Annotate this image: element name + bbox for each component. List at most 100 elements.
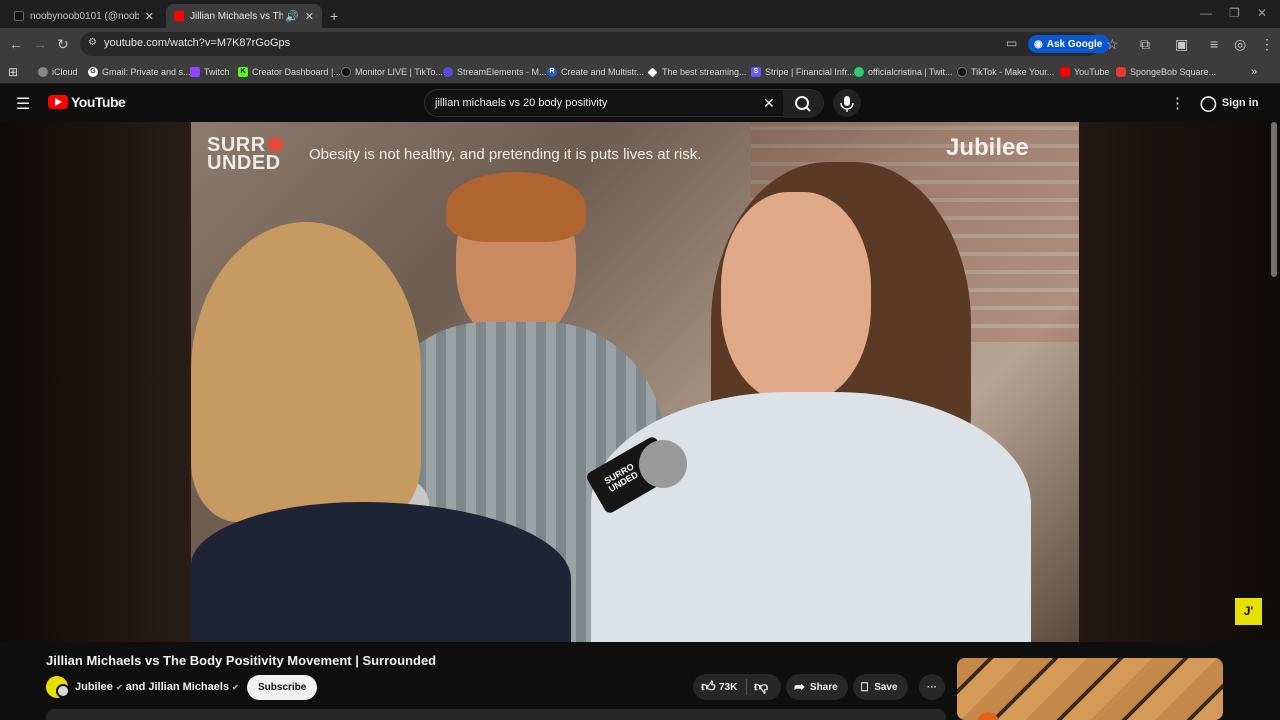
bookmark-tiktok-monitor[interactable]: Monitor LIVE | TikTo...	[341, 64, 443, 80]
ask-google-label: Ask Google	[1046, 38, 1103, 50]
site-info-icon[interactable]: ⚙	[88, 37, 97, 48]
more-bookmarks-icon[interactable]: »	[1251, 64, 1257, 80]
brand-red-dot-icon	[267, 137, 283, 152]
close-tab-icon[interactable]: ✕	[305, 10, 314, 23]
reload-icon[interactable]: ↻	[57, 36, 69, 52]
google-icon: G	[88, 67, 98, 77]
diamond-icon	[647, 67, 658, 77]
youtube-logo[interactable]: YouTube	[48, 94, 126, 110]
clear-search-icon[interactable]: ✕	[763, 95, 775, 112]
browser-toolbar: ← → ↻ ⚙ youtube.com/watch?v=M7K87rGoGps …	[0, 28, 1280, 60]
guide-menu-icon[interactable]: ☰	[16, 94, 30, 114]
extensions-icon[interactable]: ⧉	[1140, 36, 1150, 52]
stripe-icon: S	[751, 67, 761, 77]
bookmarks-bar: ⊞ iCloud G Gmail: Private and s... Twitch…	[0, 60, 1280, 84]
bookmark-label: iCloud	[52, 67, 78, 77]
video-caption: Obesity is not healthy, and pretending i…	[309, 146, 702, 163]
jubilee-corner-badge[interactable]: J'	[1235, 598, 1262, 625]
forward-icon[interactable]: →	[33, 36, 47, 52]
lens-icon: ◉	[1034, 38, 1043, 50]
bookmark-tiktok[interactable]: TikTok - Make Your...	[957, 64, 1054, 80]
bookmark-youtube[interactable]: YouTube	[1060, 64, 1109, 80]
profile-icon[interactable]: ◎	[1234, 36, 1246, 52]
settings-menu-icon[interactable]: ⋮	[1170, 94, 1185, 112]
sign-in-label: Sign in	[1221, 97, 1259, 109]
search-button[interactable]	[783, 90, 823, 118]
restore-icon[interactable]: ❐	[1229, 6, 1240, 20]
bookmark-gmail[interactable]: G Gmail: Private and s...	[88, 64, 191, 80]
menu-icon[interactable]: ⋮	[1260, 36, 1274, 52]
like-icon[interactable]: 👍︎	[701, 678, 716, 695]
voice-search-button[interactable]	[833, 89, 861, 117]
share-button[interactable]: ➦ Share	[786, 674, 848, 700]
video-player[interactable]: SURRO UNDED SURR UNDED Obesity is not he…	[0, 122, 1280, 642]
bookmark-creator-dashboard[interactable]: K Creator Dashboard |...	[238, 64, 341, 80]
bookmark-spongebob[interactable]: SpongeBob Square...	[1116, 64, 1216, 80]
tab-tiktok[interactable]: noobynoob0101 (@noobynoob ✕	[6, 4, 162, 28]
more-actions-button[interactable]: ···	[919, 674, 945, 700]
save-button[interactable]: ⎕ Save	[853, 674, 908, 700]
bookmark-label: SpongeBob Square...	[1130, 67, 1217, 77]
apps-icon[interactable]: ⊞	[8, 64, 18, 80]
dislike-icon[interactable]: 👎︎	[754, 678, 768, 695]
bookmark-star-icon[interactable]: ☆	[1106, 36, 1119, 52]
channel-name[interactable]: Jubilee	[75, 681, 113, 693]
sign-in-button[interactable]: ◯ Sign in	[1196, 91, 1266, 115]
bookmark-label: YouTube	[1074, 67, 1110, 77]
video-title: Jillian Michaels vs The Body Positivity …	[46, 653, 437, 668]
page-scrollbar[interactable]	[1271, 122, 1277, 277]
bookmark-label: The best streaming...	[662, 67, 747, 77]
tab-youtube-video[interactable]: Jillian Michaels vs The Body 🔊 ✕	[166, 4, 322, 28]
tab-title: Jillian Michaels vs The Body	[190, 10, 284, 22]
close-tab-icon[interactable]: ✕	[145, 10, 154, 23]
recommended-channel-avatar[interactable]	[977, 712, 999, 720]
speaker-shirt	[591, 392, 1031, 642]
speaker-icon[interactable]: 🔊	[285, 10, 299, 23]
search-input[interactable]: jillian michaels vs 20 body positivity ✕	[424, 89, 824, 118]
channel-avatar-secondary[interactable]	[56, 684, 70, 698]
bookmark-label: Gmail: Private and s...	[102, 67, 191, 77]
youtube-icon	[1060, 67, 1070, 77]
video-frame[interactable]: SURRO UNDED SURR UNDED Obesity is not he…	[191, 122, 1079, 642]
bookmark-streamelements[interactable]: StreamElements - M...	[443, 64, 547, 80]
verified-icon: ✔	[115, 683, 123, 692]
bookmark-restream[interactable]: R Create and Multistr...	[547, 64, 644, 80]
tiktok-icon	[957, 67, 967, 77]
bookmark-stripe[interactable]: S Stripe | Financial Infr...	[751, 64, 854, 80]
subscribe-button[interactable]: Subscribe	[247, 675, 318, 700]
back-icon[interactable]: ←	[9, 36, 23, 52]
window-close-icon[interactable]: ✕	[1257, 6, 1267, 20]
cast-icon[interactable]: ▭	[1006, 36, 1017, 50]
description-box[interactable]	[46, 709, 946, 720]
streamelements-icon	[443, 67, 453, 77]
youtube-icon	[174, 11, 184, 21]
restream-icon: R	[547, 67, 557, 77]
search-query: jillian michaels vs 20 body positivity	[435, 97, 608, 109]
bookmark-label: Monitor LIVE | TikTo...	[355, 67, 443, 77]
channel-names[interactable]: Jubilee ✔ and Jillian Michaels ✔	[75, 681, 239, 693]
youtube-play-icon	[48, 95, 68, 109]
background-person-hair	[446, 172, 586, 242]
profile-site-icon	[854, 67, 864, 77]
bookmark-streaming[interactable]: The best streaming...	[647, 64, 747, 80]
address-bar[interactable]: ⚙ youtube.com/watch?v=M7K87rGoGps ▭	[80, 32, 1100, 56]
bookmark-twitter-profile[interactable]: officialcristina | Twit...	[854, 64, 953, 80]
new-tab-button[interactable]: +	[326, 4, 346, 28]
bookmark-label: TikTok - Make Your...	[971, 67, 1055, 77]
divider	[746, 679, 747, 695]
like-count[interactable]: 73K	[719, 682, 737, 693]
channel-name-2[interactable]: Jillian Michaels	[148, 681, 229, 693]
recommended-video-thumbnail[interactable]	[957, 658, 1223, 720]
surrounded-logo: SURR UNDED	[207, 135, 283, 173]
side-panel-icon[interactable]: ▣	[1175, 36, 1188, 52]
bookmark-twitch[interactable]: Twitch	[190, 64, 230, 80]
minimize-icon[interactable]: —	[1200, 6, 1212, 20]
microphone-head	[639, 440, 687, 488]
media-control-icon[interactable]: ≡	[1210, 36, 1218, 52]
ask-google-button[interactable]: ◉ Ask Google	[1028, 35, 1111, 53]
kick-icon: K	[238, 67, 248, 77]
bookmark-label: Stripe | Financial Infr...	[765, 67, 855, 77]
bookmark-icloud[interactable]: iCloud	[38, 64, 78, 80]
ambient-left	[0, 122, 191, 642]
save-label: Save	[874, 681, 898, 693]
